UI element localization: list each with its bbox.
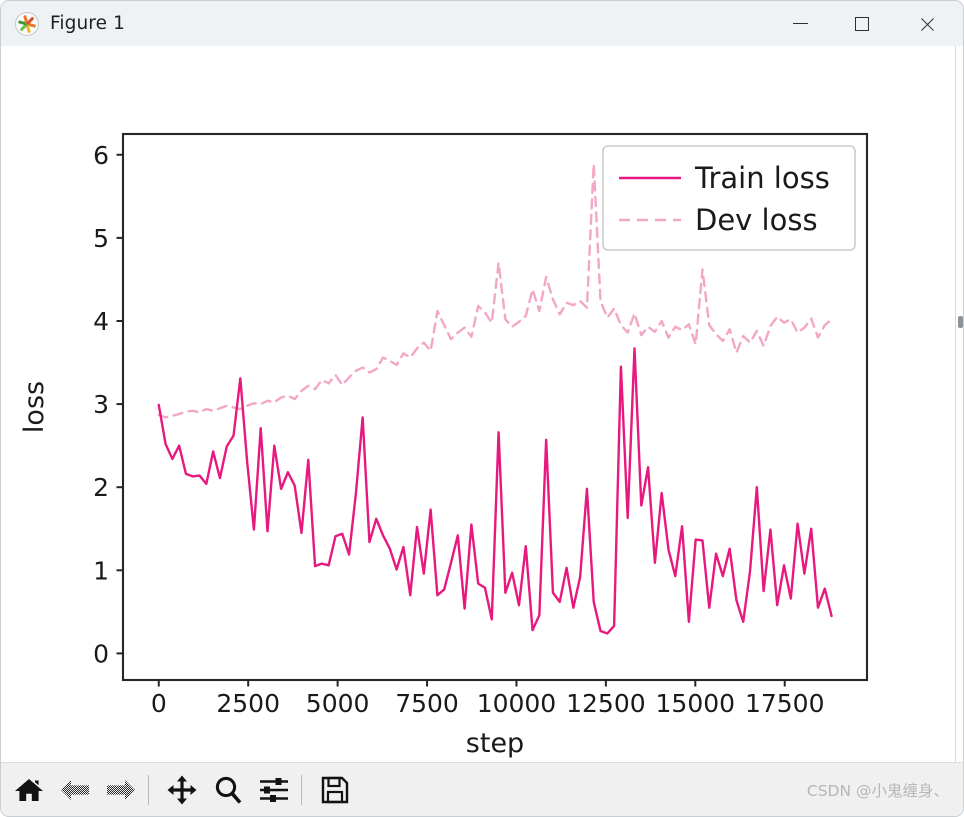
figure-canvas[interactable]: 0 2500 5000 7500 10000 12500 15000 17500 0 1 2 3 4 5 6… xyxy=(1,46,957,764)
x-tick-label: 12500 xyxy=(566,689,646,718)
y-tick-label: 2 xyxy=(93,473,109,502)
x-tick-label: 17500 xyxy=(745,689,825,718)
plot-area[interactable]: 0 2500 5000 7500 10000 12500 15000 17500 0 1 2 3 4 5 6… xyxy=(1,46,957,764)
close-button[interactable] xyxy=(899,1,955,46)
x-tick-label: 10000 xyxy=(477,689,557,718)
y-tick-label: 5 xyxy=(93,224,109,253)
home-icon[interactable] xyxy=(9,770,49,810)
scroll-thumb[interactable] xyxy=(958,316,963,328)
y-tick-label: 3 xyxy=(93,390,109,419)
toolbar-separator-2 xyxy=(301,774,302,805)
navigation-toolbar: CSDN @小鬼缠身、 xyxy=(1,762,963,816)
legend-label: Train loss xyxy=(694,161,830,195)
window-title: Figure 1 xyxy=(50,13,125,34)
x-axis-label: step xyxy=(466,728,524,759)
minimize-button[interactable] xyxy=(772,1,828,46)
minimize-icon xyxy=(792,23,808,24)
y-tick-label: 1 xyxy=(93,556,109,585)
title-bar: Figure 1 xyxy=(1,1,963,46)
canvas-right-edge xyxy=(955,46,963,764)
maximize-button[interactable] xyxy=(834,1,890,46)
figure-window: Figure 1 0 2500 5000 7500 10000 12500 15000 175… xyxy=(0,0,964,817)
y-tick-label: 4 xyxy=(93,307,109,336)
configure-subplots-icon[interactable] xyxy=(254,770,294,810)
y-tick-label: 0 xyxy=(93,639,109,668)
x-tick-label: 5000 xyxy=(306,689,370,718)
watermark-text: CSDN @小鬼缠身、 xyxy=(806,781,949,800)
x-tick-label: 2500 xyxy=(216,689,280,718)
matplotlib-logo-icon xyxy=(15,11,39,36)
pan-icon[interactable] xyxy=(162,770,202,810)
zoom-magnifier-icon[interactable] xyxy=(208,770,248,810)
toolbar-separator xyxy=(148,774,149,805)
x-tick-label: 15000 xyxy=(656,689,736,718)
maximize-icon xyxy=(855,16,869,31)
close-icon xyxy=(919,15,936,32)
y-tick-label: 6 xyxy=(93,141,109,170)
back-arrow-icon[interactable] xyxy=(55,770,95,810)
x-tick-label: 0 xyxy=(151,689,167,718)
y-axis-label: loss xyxy=(19,381,50,433)
save-floppy-icon[interactable] xyxy=(315,770,355,810)
legend-label: Dev loss xyxy=(695,203,818,237)
forward-arrow-icon[interactable] xyxy=(101,770,141,810)
x-tick-label: 7500 xyxy=(395,689,459,718)
